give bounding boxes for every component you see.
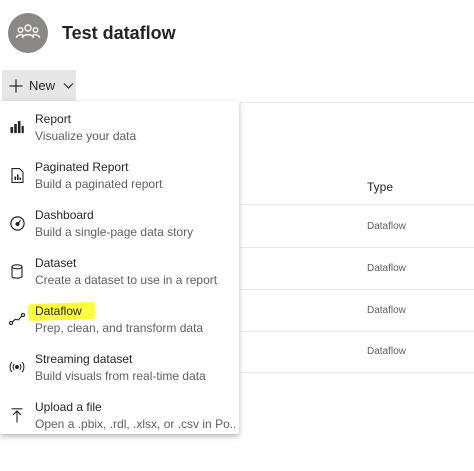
gauge-icon <box>9 215 25 231</box>
menu-item-dashboard[interactable]: Dashboard Build a single-page data story <box>0 201 239 245</box>
paginated-report-icon <box>9 167 25 183</box>
plus-icon <box>9 79 23 93</box>
menu-item-report[interactable]: Report Visualize your data <box>0 105 239 149</box>
menu-item-title: Upload a file <box>35 400 102 414</box>
menu-item-streaming-dataset[interactable]: Streaming dataset Build visuals from rea… <box>0 345 239 389</box>
menu-item-title: Dashboard <box>35 208 94 222</box>
menu-item-description: Build a single-page data story <box>35 225 194 239</box>
divider <box>240 247 474 248</box>
menu-item-description: Build visuals from real-time data <box>35 369 206 383</box>
table-row-type: Dataflow <box>367 346 406 357</box>
table-row-type: Dataflow <box>367 263 406 274</box>
chevron-down-icon <box>63 80 74 91</box>
new-dropdown-menu: Report Visualize your data Paginated Rep… <box>0 101 239 434</box>
menu-item-title: Dataflow <box>35 304 82 318</box>
menu-item-description: Open a .pbix, .rdl, .xlsx, or .csv in Po… <box>35 417 235 431</box>
new-button-label: New <box>29 78 56 93</box>
divider <box>240 372 474 373</box>
menu-item-description: Prep, clean, and transform data <box>35 321 204 335</box>
workspace-avatar <box>8 13 48 53</box>
page: Test dataflow New Type Dataflow Dataflow… <box>0 0 474 471</box>
menu-item-description: Build a paginated report <box>35 177 163 191</box>
menu-item-description: Create a dataset to use in a report <box>35 273 218 287</box>
divider <box>240 331 474 332</box>
people-group-icon <box>15 22 41 44</box>
table-row-type: Dataflow <box>367 305 406 316</box>
divider <box>240 102 474 103</box>
menu-item-dataflow[interactable]: Dataflow Prep, clean, and transform data <box>0 297 239 341</box>
menu-item-paginated-report[interactable]: Paginated Report Build a paginated repor… <box>0 153 239 197</box>
streaming-icon <box>9 359 25 375</box>
menu-item-upload-file[interactable]: Upload a file Open a .pbix, .rdl, .xlsx,… <box>0 393 239 437</box>
menu-item-title: Dataset <box>35 256 77 270</box>
divider <box>240 204 474 205</box>
upload-icon <box>9 407 25 423</box>
bar-chart-icon <box>9 119 25 135</box>
dataflow-icon <box>9 311 25 327</box>
database-icon <box>9 263 25 279</box>
page-title: Test dataflow <box>62 23 176 43</box>
menu-item-dataset[interactable]: Dataset Create a dataset to use in a rep… <box>0 249 239 293</box>
menu-item-title: Report <box>35 112 72 126</box>
menu-item-title: Streaming dataset <box>35 352 133 366</box>
table-row-type: Dataflow <box>367 221 406 232</box>
menu-item-title: Paginated Report <box>35 160 129 174</box>
new-button[interactable]: New <box>2 70 76 101</box>
menu-item-description: Visualize your data <box>35 129 137 143</box>
column-header-type[interactable]: Type <box>367 180 393 194</box>
divider <box>240 289 474 290</box>
